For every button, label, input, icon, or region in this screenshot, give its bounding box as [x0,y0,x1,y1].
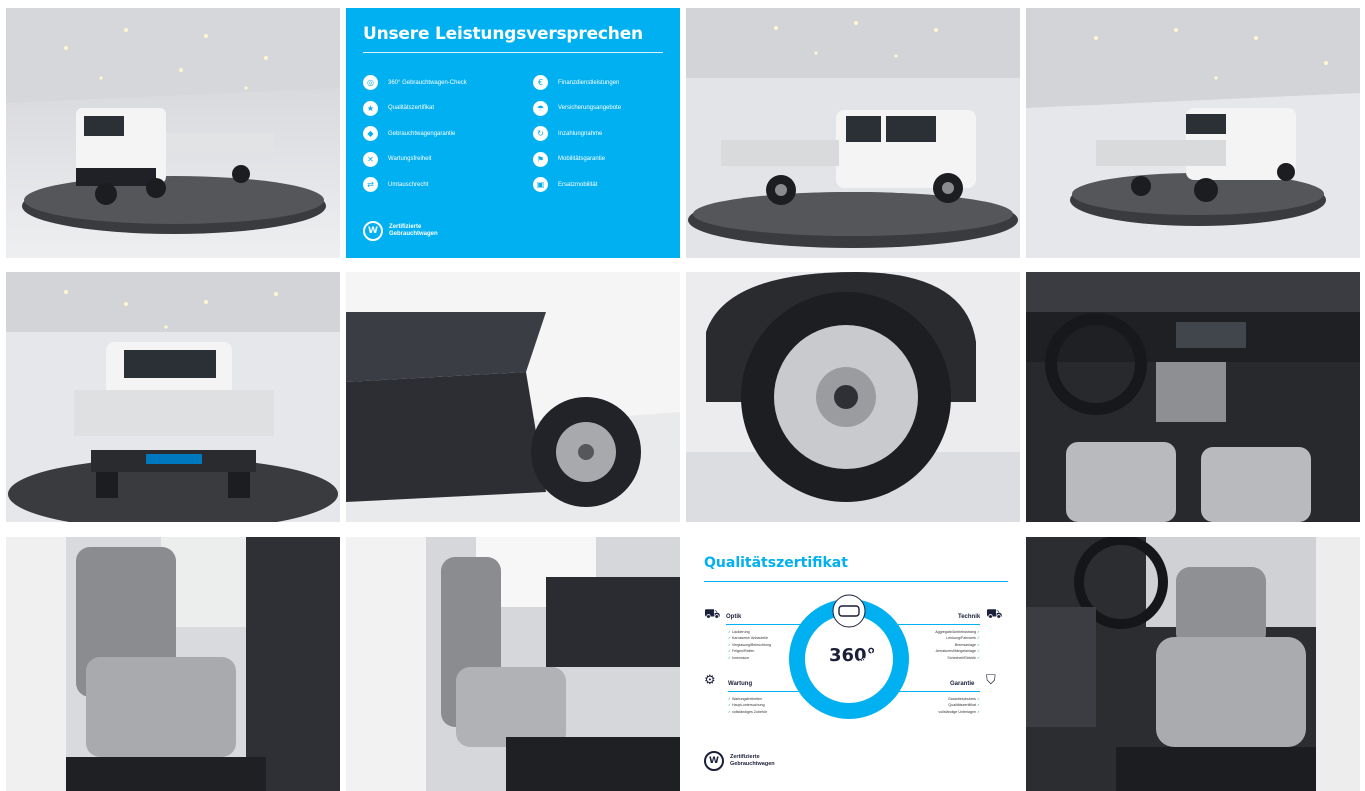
promise-item-label: Qualitätszertifikat [388,105,435,112]
promise-item: € Finanzdienstleistungen [533,74,621,91]
wartung-divider [728,691,806,692]
rear-exterior-photo[interactable] [6,272,340,522]
mobility-icon: ⚑ [533,151,548,167]
technik-divider [896,624,980,625]
wartung-list: Wartungsfreiheiten Haupt-untersuchung vo… [728,696,767,715]
promise-item: ↻ Inzahlungnahme [533,125,621,142]
promise-list-left: ◎ 360° Gebrauchtwagen-Check ★ Qualitätszer… [363,74,467,202]
promise-item-label: Mobilitätsgarantie [558,156,606,163]
check-360-icon: ◎ [363,75,378,90]
brand-line2: Gebrauchtwagen [730,761,775,767]
wartung-item: vollständiges Zubehör [728,709,767,715]
car-body-icon: ⛟ [704,607,721,622]
rear-right-exterior-photo[interactable] [1026,8,1360,258]
optik-title: Optik [726,614,742,620]
brand-line1: Zertifizierte [389,224,422,230]
quality-certificate-panel: Qualitätszertifikat 360° Gebrauchtwagen-… [686,537,1020,791]
promise-item: ✕ Wartungsfreiheit [363,151,467,168]
promise-item-label: 360° Gebrauchtwagen-Check [388,79,467,86]
promise-divider [363,52,663,53]
promise-item-label: Gebrauchtwagengarantie [388,130,456,137]
promise-item: ★ Qualitätszertifikat [363,100,467,117]
garantie-item: vollständige Unterlagen [896,709,980,715]
front-headlight-detail-photo[interactable] [346,272,680,522]
promise-item: ◆ Gebrauchtwagengarantie [363,125,467,142]
front-left-exterior-photo[interactable] [6,8,340,258]
service-icon: ⚙ [704,673,716,688]
wartung-title: Wartung [728,681,753,687]
driver-seat-interior-photo[interactable] [1026,537,1360,791]
steel-wheel-detail-photo[interactable] [686,272,1020,522]
promise-item: ⇄ Umtauschrecht [363,176,467,193]
finance-icon: € [533,75,548,90]
service-promise-panel: Unsere Leistungsversprechen ◎ 360° Gebrau… [346,8,680,258]
right-side-exterior-photo[interactable] [686,8,1020,258]
promise-item-label: Inzahlungnahme [558,130,603,137]
shield-check-icon: ⛉ [986,673,996,688]
image-gallery: Unsere Leistungsversprechen ◎ 360° Gebrau… [6,8,1360,791]
rear-bench-seat-photo[interactable] [6,537,340,791]
car-check-icon: ⛟ [986,607,1003,622]
exchange-icon: ⇄ [363,177,378,193]
technik-list: Aggregate/Antriebsstrang Lenkung/Fahrwer… [896,629,980,661]
promise-item: ⚑ Mobilitätsgarantie [533,151,621,168]
garantie-title: Garantie [950,681,975,687]
wrench-icon: ✕ [363,151,378,167]
promise-item: ☂ Versicherungsangebote [533,100,621,117]
technik-title: Technik [958,614,981,620]
technik-item: Schecheit/Elektrik [896,655,980,661]
promise-item-label: Versicherungsangebote [558,105,622,112]
insurance-icon: ☂ [533,100,548,116]
promise-item: ▣ Ersatzmobilität [533,176,621,193]
promise-title: Unsere Leistungsversprechen [363,24,643,44]
optik-list: Lackierung Karosserie/ Anbauteile Vergla… [728,629,771,661]
promise-item-label: Ersatzmobilität [558,181,598,188]
brand-line1: Zertifizierte [730,754,760,760]
shield-icon: ◆ [363,126,378,142]
promise-item-label: Umtauschrecht [388,181,429,188]
tire-icon: ↻ [533,126,548,142]
promise-item-label: Finanzdienstleistungen [558,79,620,86]
optik-item: Innenraum [728,655,771,661]
certificate-icon: ★ [363,100,378,116]
optik-divider [726,624,806,625]
garantie-list: Garantieschutzes Qualitätszertifikat vol… [896,696,980,715]
garantie-divider [896,691,980,692]
vw-logo-icon: W [363,221,383,241]
vw-logo-icon: W [704,751,724,771]
optik-item: Karosserie/ Anbauteile [728,635,771,641]
promise-list-right: € Finanzdienstleistungen ☂ Versicherungsan… [533,74,621,202]
wartung-item: Haupt-untersuchung [728,702,767,708]
dashboard-interior-photo[interactable] [1026,272,1360,522]
promise-item-label: Wartungsfreiheit [388,156,432,163]
brand-line2: Gebrauchtwagen [389,231,438,237]
front-passenger-seat-photo[interactable] [346,537,680,791]
promise-item: ◎ 360° Gebrauchtwagen-Check [363,74,467,91]
replacement-car-icon: ▣ [533,177,548,193]
certified-brand: W Zertifizierte Gebrauchtwagen [704,751,775,771]
certified-brand: W Zertifizierte Gebrauchtwagen [363,221,438,241]
